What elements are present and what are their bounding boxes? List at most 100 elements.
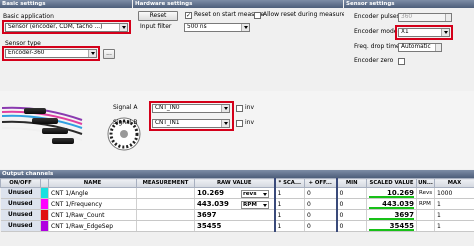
unit-cell[interactable] [416,209,435,221]
onoff-cell[interactable]: Unused [0,198,41,210]
encoder-zero-checkbox[interactable] [398,58,405,65]
channel-color-swatch [41,188,48,198]
name-cell[interactable]: CNT 1/Raw_Count [48,209,137,221]
raw-value-cell: 3697 [194,209,275,221]
raw-unit-value: RPM [243,201,257,208]
raw-value: 10.269 [197,188,225,197]
onoff-cell[interactable]: Unused [0,220,41,232]
raw-unit-value: revs [243,190,257,197]
offset-cell[interactable]: 0 [304,187,337,199]
measurement-cell[interactable] [136,209,195,221]
encoder-pulses-value: 360 [401,14,413,20]
col-color [40,178,49,188]
input-filter-value: 500 ns [187,24,207,30]
max-cell[interactable]: 1 [434,209,474,221]
signal-b-label: Signal B [113,119,138,126]
col-unit[interactable]: UN... [416,178,435,188]
encoder-pulses-label: Encoder pulses [354,13,400,20]
allow-reset-checkbox[interactable] [254,12,261,19]
input-filter-select[interactable]: 500 ns [184,23,250,32]
signal-a-inv-label: inv [245,104,255,111]
allow-reset-label: Allow reset during measure [263,11,346,18]
reset-button[interactable]: Reset [138,11,178,21]
unit-cell[interactable]: Revs [416,187,435,199]
scale-cell[interactable]: 1 [273,220,305,232]
raw-unit-select[interactable]: RPM [241,200,269,209]
raw-value-cell: 443.039 RPM [194,198,275,210]
encoder-pulses-field[interactable]: 360 [398,13,452,22]
offset-cell[interactable]: 0 [304,220,337,232]
offset-cell[interactable]: 0 [304,209,337,221]
signal-a-inv-checkbox[interactable] [236,105,243,112]
highlight-encoder-mode [395,25,453,40]
reset-on-start-checkbox[interactable]: ✓ [185,12,192,19]
channel-color-swatch [41,221,48,231]
name-cell[interactable]: CNT 1/Frequency [48,198,137,210]
max-cell[interactable]: 1000 [434,187,474,199]
scaled-value-cell: 35455 [366,220,417,232]
color-cell [40,198,49,210]
unit-cell[interactable] [416,220,435,232]
name-cell[interactable]: CNT 1/Raw_EdgeSep [48,220,137,232]
col-raw-value[interactable]: RAW VALUE [194,178,275,188]
scaled-value-cell: 10.269 [366,187,417,199]
table-header-row: ON/OFF NAME MEASUREMENT RAW VALUE * SCA.… [0,178,474,188]
scale-cell[interactable]: 1 [273,198,305,210]
encoder-mode-label: Encoder mode [354,28,398,35]
channel-color-swatch [41,210,48,220]
col-min[interactable]: MIN [335,178,367,188]
sensor-settings-header: Sensor settings [344,0,474,8]
browse-button[interactable]: ... [103,49,115,59]
min-cell[interactable]: 0 [335,198,367,210]
min-cell[interactable]: 0 [335,209,367,221]
table-row[interactable]: Unused CNT 1/Raw_EdgeSep 35455 1 0 0 35455 1 [0,220,474,232]
scale-cell[interactable]: 1 [273,187,305,199]
highlight-application [2,20,131,34]
min-cell[interactable]: 0 [335,220,367,232]
unit-cell[interactable]: RPM [416,198,435,210]
col-onoff[interactable]: ON/OFF [0,178,41,188]
chevron-down-icon[interactable] [241,24,249,31]
max-cell[interactable]: 1 [434,198,474,210]
col-scale[interactable]: * SCA... [273,178,305,188]
col-measurement[interactable]: MEASUREMENT [136,178,195,188]
table-row[interactable]: Unused CNT 1/Frequency 443.039 RPM 1 0 0 443.03… [0,198,474,210]
measurement-cell[interactable] [136,198,195,210]
col-max[interactable]: MAX [434,178,474,188]
spin-icon[interactable] [435,44,441,51]
freq-drop-field[interactable]: Automatic [398,43,442,52]
raw-value-cell: 10.269 revs [194,187,275,199]
freq-drop-label: Freq. drop time [354,43,400,50]
scaled-value-cell: 443.039 [366,198,417,210]
signal-b-inv-label: inv [245,119,255,126]
raw-value: 443.039 [197,199,229,208]
raw-value: 35455 [197,222,222,230]
encoder-zero-label: Encoder zero [354,57,394,64]
input-filter-label: Input filter [140,23,172,30]
channel-color-swatch [41,199,48,209]
signal-a-label: Signal A [113,104,138,111]
onoff-cell[interactable]: Unused [0,209,41,221]
col-offset[interactable]: + OFF... [304,178,337,188]
scaled-level-bar [369,229,414,231]
raw-unit-select[interactable]: revs [241,189,269,198]
spin-icon[interactable] [445,14,451,21]
table-row[interactable]: Unused CNT 1/Raw_Count 3697 1 0 0 3697 1 [0,209,474,221]
offset-cell[interactable]: 0 [304,198,337,210]
col-scaled-value[interactable]: SCALED VALUE [366,178,417,188]
col-name[interactable]: NAME [48,178,137,188]
measurement-cell[interactable] [136,187,195,199]
name-cell[interactable]: CNT 1/Angle [48,187,137,199]
table-row[interactable]: Unused CNT 1/Angle 10.269 revs 1 0 0 10.269 Revs… [0,187,474,199]
highlight-sensor-type [2,46,100,61]
min-cell[interactable]: 0 [335,187,367,199]
basic-settings-header: Basic settings [0,0,132,8]
scale-cell[interactable]: 1 [273,209,305,221]
max-cell[interactable]: 1 [434,220,474,232]
output-channels-table: ON/OFF NAME MEASUREMENT RAW VALUE * SCA.… [0,178,474,232]
measurement-cell[interactable] [136,220,195,232]
scaled-value-cell: 3697 [366,209,417,221]
color-cell [40,209,49,221]
onoff-cell[interactable]: Unused [0,187,41,199]
signal-b-inv-checkbox[interactable] [236,120,243,127]
